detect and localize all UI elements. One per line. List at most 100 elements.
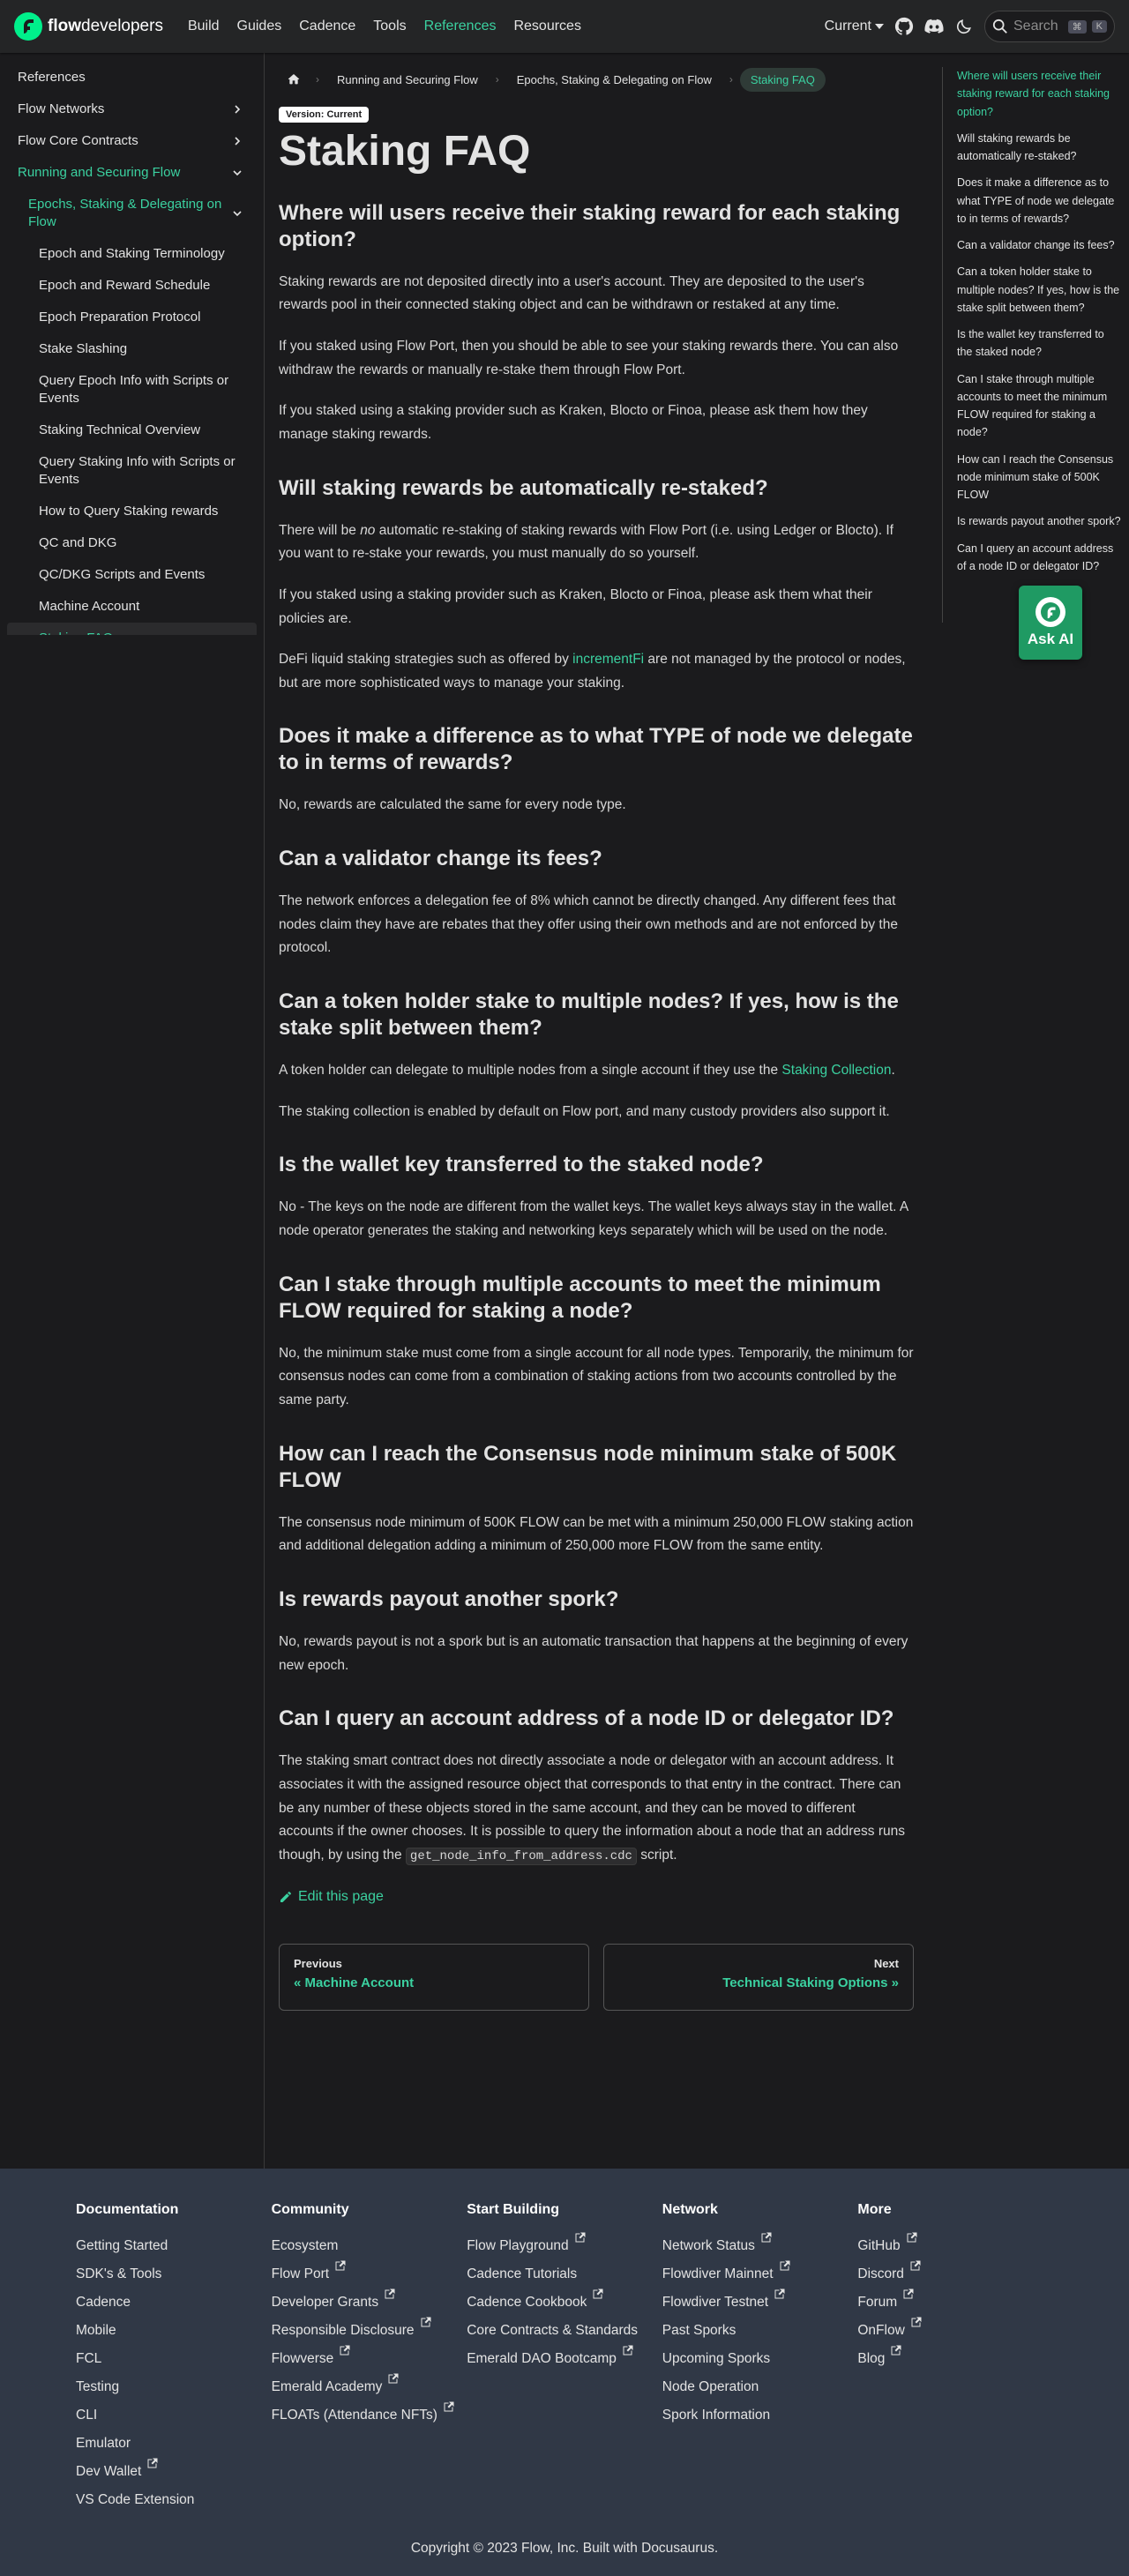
chevron-right-icon[interactable] xyxy=(228,132,246,150)
faq-section: Can I query an account address of a node… xyxy=(279,1706,914,1867)
toc-link[interactable]: Is the wallet key transferred to the sta… xyxy=(957,325,1122,362)
faq-section: How can I reach the Consensus node minim… xyxy=(279,1441,914,1558)
toc-link[interactable]: Is rewards payout another spork? xyxy=(957,512,1122,530)
footer-link-fcl[interactable]: FCL xyxy=(76,2345,272,2373)
chevron-right-icon[interactable] xyxy=(228,101,246,118)
footer-link-cadence-tutorials[interactable]: Cadence Tutorials xyxy=(467,2260,662,2289)
sidebar-item-stake-slashing[interactable]: Stake Slashing xyxy=(7,333,257,365)
footer-link-blog[interactable]: Blog xyxy=(857,2345,1053,2373)
toc-link[interactable]: Will staking rewards be automatically re… xyxy=(957,130,1122,166)
breadcrumb-item[interactable]: Running and Securing Flow xyxy=(326,68,489,92)
paragraph: There will be no automatic re-staking of… xyxy=(279,522,893,562)
nav-link-cadence[interactable]: Cadence xyxy=(292,15,363,38)
sidebar-item-qc-and-dkg[interactable]: QC and DKG xyxy=(7,527,257,559)
footer-link-core-contracts-standards[interactable]: Core Contracts & Standards xyxy=(467,2317,662,2345)
toc-link[interactable]: How can I reach the Consensus node minim… xyxy=(957,451,1122,504)
sidebar-item-epoch-and-reward-schedule[interactable]: Epoch and Reward Schedule xyxy=(7,270,257,302)
footer-link-dev-wallet[interactable]: Dev Wallet xyxy=(76,2458,272,2486)
toc-link[interactable]: Can a token holder stake to multiple nod… xyxy=(957,263,1122,317)
footer-link-onflow[interactable]: OnFlow xyxy=(857,2317,1053,2345)
footer-link-flowverse[interactable]: Flowverse xyxy=(272,2345,467,2373)
sidebar-item-label: QC/DKG Scripts and Events xyxy=(39,567,206,582)
sidebar-item-staking-faq[interactable]: Staking FAQ xyxy=(7,623,257,635)
ask-ai-button[interactable]: Ask AI xyxy=(1019,586,1082,660)
sidebar-item-how-to-query-staking-rewards[interactable]: How to Query Staking rewards xyxy=(7,496,257,527)
sidebar-item-epoch-and-staking-terminology[interactable]: Epoch and Staking Terminology xyxy=(7,238,257,270)
footer-column-title: More xyxy=(857,2202,892,2217)
toc-link[interactable]: Can a validator change its fees? xyxy=(957,236,1122,254)
footer-link-mobile[interactable]: Mobile xyxy=(76,2317,272,2345)
footer-link-past-sporks[interactable]: Past Sporks xyxy=(662,2317,858,2345)
version-dropdown[interactable]: Current xyxy=(825,19,884,34)
footer-link-testing[interactable]: Testing xyxy=(76,2373,272,2401)
faq-section: Where will users receive their staking r… xyxy=(279,200,914,447)
footer-link-flow-port[interactable]: Flow Port xyxy=(272,2260,467,2289)
footer-link-label: VS Code Extension xyxy=(76,2492,195,2507)
search-button[interactable]: Search ⌘ K xyxy=(984,11,1115,42)
footer-link-sdk-s-tools[interactable]: SDK's & Tools xyxy=(76,2260,272,2289)
footer-link-flowdiver-mainnet[interactable]: Flowdiver Mainnet xyxy=(662,2260,858,2289)
chevron-down-icon[interactable] xyxy=(228,205,246,222)
footer-link-flowdiver-testnet[interactable]: Flowdiver Testnet xyxy=(662,2289,858,2317)
sidebar-item-epoch-preparation-protocol[interactable]: Epoch Preparation Protocol xyxy=(7,302,257,333)
footer-link-upcoming-sporks[interactable]: Upcoming Sporks xyxy=(662,2345,858,2373)
footer-link-discord[interactable]: Discord xyxy=(857,2260,1053,2289)
sidebar-item-qc-dkg-scripts-and-events[interactable]: QC/DKG Scripts and Events xyxy=(7,559,257,591)
external-link-icon xyxy=(907,2232,917,2243)
footer-link-cli[interactable]: CLI xyxy=(76,2401,272,2430)
sidebar-item-staking-technical-overview[interactable]: Staking Technical Overview xyxy=(7,414,257,446)
prev-page-link[interactable]: Previous « Machine Account xyxy=(279,1943,589,2011)
footer-link-emerald-academy[interactable]: Emerald Academy xyxy=(272,2373,467,2401)
toc-link[interactable]: Can I stake through multiple accounts to… xyxy=(957,370,1122,442)
dark-mode-toggle-icon[interactable] xyxy=(954,17,974,36)
footer-link-spork-information[interactable]: Spork Information xyxy=(662,2401,858,2430)
footer-link-floats-attendance-nfts[interactable]: FLOATs (Attendance NFTs) xyxy=(272,2401,467,2430)
sidebar-item-machine-account[interactable]: Machine Account xyxy=(7,591,257,623)
nav-link-guides[interactable]: Guides xyxy=(230,15,289,38)
sidebar-item-flow-core-contracts[interactable]: Flow Core Contracts xyxy=(7,125,257,157)
faq-section: Will staking rewards be automatically re… xyxy=(279,475,914,696)
sidebar-item-query-epoch-info-with-scripts-or-events[interactable]: Query Epoch Info with Scripts or Events xyxy=(7,365,257,414)
footer-link-emerald-dao-bootcamp[interactable]: Emerald DAO Bootcamp xyxy=(467,2345,662,2373)
nav-link-build[interactable]: Build xyxy=(181,15,227,38)
footer-link-network-status[interactable]: Network Status xyxy=(662,2232,858,2260)
sidebar-item-references[interactable]: References xyxy=(7,62,257,93)
toc-link[interactable]: Does it make a difference as to what TYP… xyxy=(957,174,1122,228)
footer-link-node-operation[interactable]: Node Operation xyxy=(662,2373,858,2401)
footer-link-cadence[interactable]: Cadence xyxy=(76,2289,272,2317)
discord-icon[interactable] xyxy=(924,17,944,36)
footer-link-developer-grants[interactable]: Developer Grants xyxy=(272,2289,467,2317)
next-page-link[interactable]: Next Technical Staking Options » xyxy=(603,1943,914,2011)
footer-column-start-building: Start Building Flow Playground Cadence Tut… xyxy=(467,2202,662,2514)
staking-collection-link[interactable]: Staking Collection xyxy=(781,1063,891,1078)
footer-link-github[interactable]: GitHub xyxy=(857,2232,1053,2260)
sidebar-item-epochs-staking-delegating-on-flow[interactable]: Epochs, Staking & Delegating on Flow xyxy=(7,189,257,238)
footer-link-forum[interactable]: Forum xyxy=(857,2289,1053,2317)
nav-link-resources[interactable]: Resources xyxy=(506,15,587,38)
nav-link-references[interactable]: References xyxy=(417,15,504,38)
footer-link-cadence-cookbook[interactable]: Cadence Cookbook xyxy=(467,2289,662,2317)
toc-link[interactable]: Can I query an account address of a node… xyxy=(957,540,1122,576)
home-icon[interactable] xyxy=(279,67,309,92)
toc-link[interactable]: Where will users receive their staking r… xyxy=(957,67,1122,121)
footer-columns: Documentation Getting Started SDK's & Tool… xyxy=(76,2202,1053,2514)
sidebar-item-query-staking-info-with-scripts-or-events[interactable]: Query Staking Info with Scripts or Event… xyxy=(7,446,257,496)
footer-link-ecosystem[interactable]: Ecosystem xyxy=(272,2232,467,2260)
brand-logo-link[interactable]: flowdevelopers xyxy=(14,12,163,41)
incrementfi-link[interactable]: incrementFi xyxy=(572,652,644,667)
sidebar-item-running-and-securing-flow[interactable]: Running and Securing Flow xyxy=(7,157,257,189)
chevron-down-icon[interactable] xyxy=(228,164,246,182)
footer-link-responsible-disclosure[interactable]: Responsible Disclosure xyxy=(272,2317,467,2345)
footer-link-getting-started[interactable]: Getting Started xyxy=(76,2232,272,2260)
footer-link-vs-code-extension[interactable]: VS Code Extension xyxy=(76,2486,272,2514)
sidebar-menu[interactable]: References Flow Networks Flow Core Contrac… xyxy=(7,62,257,635)
sidebar-item-label: QC and DKG xyxy=(39,535,117,550)
edit-page-link[interactable]: Edit this page xyxy=(279,1889,914,1905)
footer-link-emulator[interactable]: Emulator xyxy=(76,2430,272,2458)
sidebar-item-flow-networks[interactable]: Flow Networks xyxy=(7,93,257,125)
nav-link-tools[interactable]: Tools xyxy=(366,15,413,38)
breadcrumb-item[interactable]: Epochs, Staking & Delegating on Flow xyxy=(506,68,722,92)
footer-link-flow-playground[interactable]: Flow Playground xyxy=(467,2232,662,2260)
sidebar-item-label: Epochs, Staking & Delegating on Flow xyxy=(28,197,222,229)
github-icon[interactable] xyxy=(894,17,914,36)
